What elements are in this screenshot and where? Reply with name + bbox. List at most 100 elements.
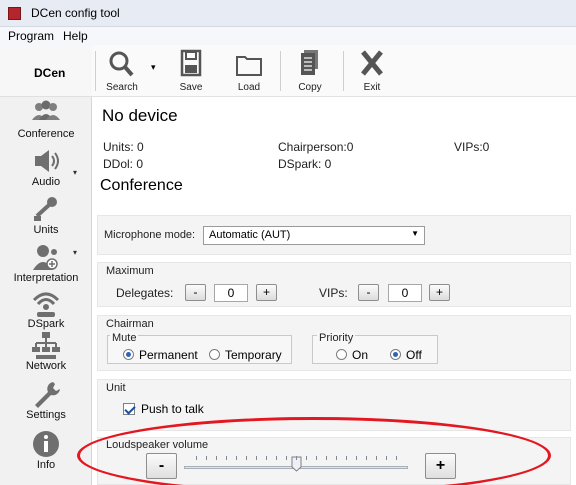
sidebar-item-label: DSpark [27,318,65,330]
priority-on-radio[interactable]: On [336,348,368,362]
search-label: Search [106,82,138,93]
loudspeaker-label: Loudspeaker volume [106,439,209,451]
slider-tick [316,456,317,460]
microphone-mode-value: Automatic (AUT) [209,229,291,241]
section-title: Conference [100,177,183,194]
delegates-decrement-button[interactable]: - [185,284,206,301]
volume-increase-button[interactable]: + [425,453,456,479]
wrench-icon [35,382,60,408]
speaker-icon [35,150,59,172]
maximum-label: Maximum [106,265,154,277]
copy-button[interactable]: Copy [288,49,332,93]
slider-tick [246,456,247,460]
temporary-label: Temporary [225,348,282,362]
microphone-icon [34,197,57,221]
units-count: Units: 0 [103,140,144,154]
radio-selected [123,349,134,360]
slider-tick [326,456,327,460]
menu-program[interactable]: Program [8,29,54,43]
delegates-label: Delegates: [116,286,174,300]
sidebar-item-dspark[interactable]: DSpark [0,288,92,330]
volume-decrease-button[interactable]: - [146,453,177,479]
slider-tick [296,456,297,460]
load-button[interactable]: Load [227,49,271,93]
sidebar-header: DCen [0,45,92,97]
mute-permanent-radio[interactable]: Permanent [123,348,198,362]
checkbox-checked [123,403,135,415]
main-content: No device Units: 0 Chairperson:0 VIPs:0 … [92,97,576,485]
vips-input[interactable]: 0 [388,284,422,302]
vips-max-label: VIPs: [319,286,348,300]
slider-tick [276,456,277,460]
slider-tick [336,456,337,460]
permanent-label: Permanent [139,348,198,362]
slider-tick [266,456,267,460]
load-label: Load [237,82,261,93]
device-title: No device [102,106,178,125]
sidebar-item-settings[interactable]: Settings [0,379,92,421]
search-icon [109,51,134,77]
delegates-input[interactable]: 0 [214,284,248,302]
menu-help[interactable]: Help [63,29,88,43]
sidebar-item-label: Info [36,459,56,471]
chairman-label: Chairman [106,318,154,330]
chevron-down-icon[interactable]: ▾ [151,62,156,73]
exit-button[interactable]: Exit [350,49,394,93]
exit-label: Exit [363,82,381,93]
sidebar: DCen Conference Audio ▾ Units Interpreta… [0,45,92,485]
slider-tick [236,456,237,460]
slider-tick [256,456,257,460]
vips-increment-button[interactable]: + [429,284,450,301]
sidebar-item-label: Conference [17,128,75,140]
priority-off-radio[interactable]: Off [390,348,422,362]
slider-tick [216,456,217,460]
close-icon [361,50,383,76]
toolbar-separator [280,51,281,91]
slider-tick [396,456,397,460]
chevron-down-icon[interactable]: ▾ [73,168,77,177]
info-icon [33,431,59,457]
priority-label: Priority [317,332,356,344]
vips-decrement-button[interactable]: - [358,284,379,301]
radio-unselected [336,349,347,360]
dspark-count: DSpark: 0 [278,157,332,171]
chairperson-count: Chairperson:0 [278,140,354,154]
people-icon [32,100,60,120]
microphone-mode-select[interactable]: Automatic (AUT) ▼ [203,226,425,245]
sidebar-item-info[interactable]: Info [0,429,92,471]
interpreter-icon [33,245,58,270]
sidebar-item-network[interactable]: Network [0,330,92,372]
slider-tick [306,456,307,460]
search-button[interactable]: Search [100,49,144,93]
folder-icon [236,56,262,76]
ddol-count: DDol: 0 [103,157,144,171]
chevron-down-icon[interactable]: ▾ [73,248,77,257]
slider-tick [386,456,387,460]
sidebar-item-label: Audio [31,176,61,188]
mute-temporary-radio[interactable]: Temporary [209,348,282,362]
chevron-down-icon: ▼ [411,229,419,238]
save-icon [180,49,202,77]
slider-tick [376,456,377,460]
sidebar-item-interpretation[interactable]: Interpretation ▾ [0,242,92,284]
delegates-increment-button[interactable]: + [256,284,277,301]
sidebar-item-audio[interactable]: Audio ▾ [0,146,92,188]
mute-label: Mute [110,332,139,344]
sidebar-item-label: Interpretation [13,272,79,284]
sidebar-item-conference[interactable]: Conference [0,98,92,140]
microphone-mode-label: Microphone mode: [104,229,196,241]
slider-tick [196,456,197,460]
wireless-icon [32,292,60,317]
push-to-talk-label: Push to talk [141,402,204,416]
sidebar-item-label: Network [25,360,67,372]
slider-tick [366,456,367,460]
sidebar-item-units[interactable]: Units [0,194,92,236]
push-to-talk-checkbox[interactable]: Push to talk [123,402,204,416]
slider-tick [286,456,287,460]
on-label: On [352,348,369,362]
save-label: Save [179,82,203,93]
title-bar: DCen config tool [0,0,576,27]
toolbar-separator [343,51,344,91]
save-button[interactable]: Save [169,49,213,93]
unit-label: Unit [106,382,126,394]
